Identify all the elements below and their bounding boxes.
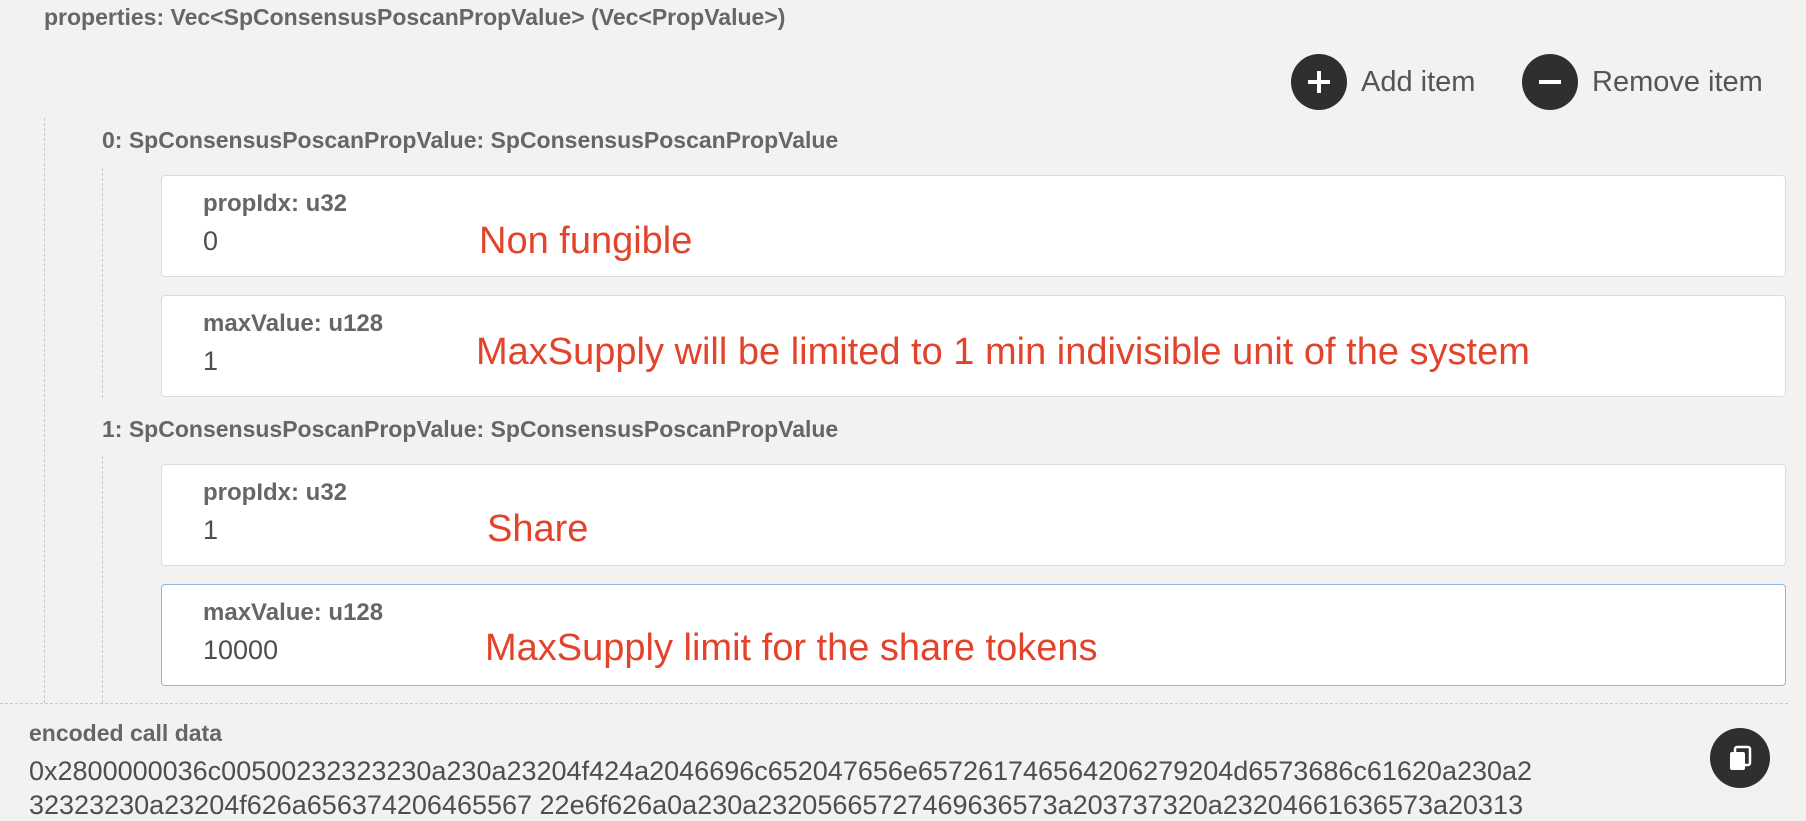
item-0-header: 0: SpConsensusPoscanPropValue: SpConsens…	[102, 127, 839, 153]
plus-icon	[1291, 54, 1347, 110]
maxvalue-input[interactable]	[203, 635, 453, 666]
annotation-share: Share	[487, 508, 589, 550]
copy-icon	[1730, 745, 1752, 770]
annotation-non-fungible: Non fungible	[479, 220, 693, 262]
copy-button[interactable]	[1710, 728, 1770, 788]
add-item-button[interactable]: Add item	[1291, 54, 1475, 110]
maxvalue-label: maxValue: u128	[203, 599, 384, 626]
properties-label: properties: Vec<SpConsensusPoscanPropVal…	[44, 4, 786, 30]
tree-guide-item-1	[102, 456, 103, 703]
item-1-propidx-field[interactable]: propIdx: u32	[161, 464, 1786, 566]
item-0-propidx-field[interactable]: propIdx: u32	[161, 175, 1786, 277]
section-divider	[0, 703, 1788, 704]
encoded-call-data-label: encoded call data	[29, 720, 223, 746]
item-1-header: 1: SpConsensusPoscanPropValue: SpConsens…	[102, 416, 839, 442]
propidx-input[interactable]	[203, 515, 453, 546]
encoded-call-data-line-2: 32323230a23204f626a656374206465567 22e6f…	[29, 790, 1524, 820]
propidx-label: propIdx: u32	[203, 479, 348, 506]
annotation-share-maxsupply: MaxSupply limit for the share tokens	[485, 627, 1098, 669]
remove-item-button[interactable]: Remove item	[1522, 54, 1763, 110]
minus-icon	[1522, 54, 1578, 110]
encoded-call-data-line-1: 0x2800000036c00500232323230a230a23204f42…	[29, 756, 1533, 786]
remove-item-label: Remove item	[1592, 65, 1763, 98]
maxvalue-input[interactable]	[203, 346, 453, 377]
tree-guide-item-0	[102, 168, 103, 398]
maxvalue-label: maxValue: u128	[203, 310, 384, 337]
tree-guide-outer	[44, 118, 45, 703]
propidx-input[interactable]	[203, 226, 453, 257]
propidx-label: propIdx: u32	[203, 190, 348, 217]
add-item-label: Add item	[1361, 65, 1476, 98]
annotation-maxsupply-min-unit: MaxSupply will be limited to 1 min indiv…	[476, 331, 1530, 373]
